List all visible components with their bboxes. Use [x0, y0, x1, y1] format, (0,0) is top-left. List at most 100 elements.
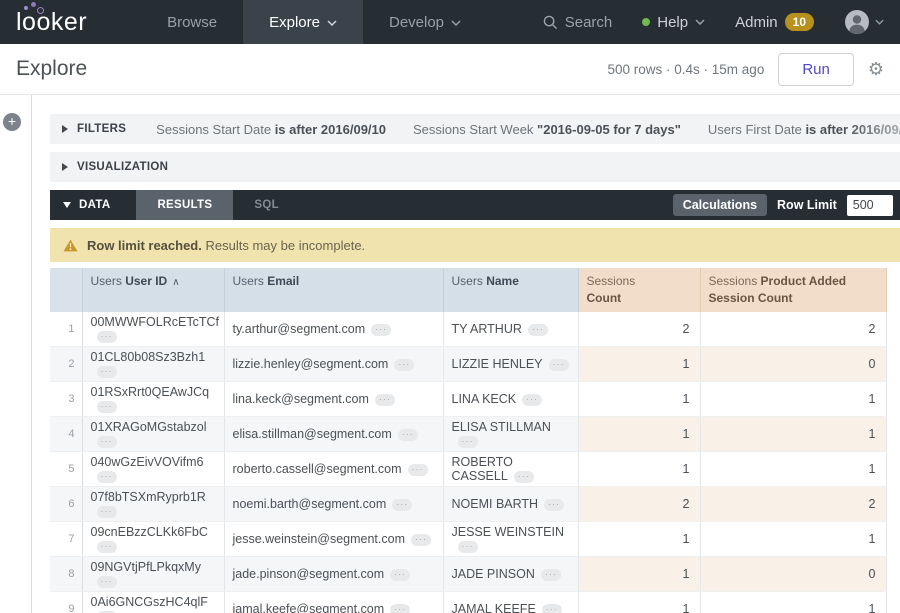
cell-menu-icon[interactable]: ··· — [458, 436, 478, 448]
column-header-name[interactable]: Users Name — [443, 268, 578, 312]
looker-logo[interactable]: looker — [0, 0, 107, 44]
cell-name[interactable]: LIZZIE HENLEY··· — [443, 346, 578, 381]
cell-menu-icon[interactable]: ··· — [458, 541, 478, 553]
cell-menu-icon[interactable]: ··· — [97, 331, 117, 343]
data-section-toggle[interactable]: DATA — [50, 190, 136, 220]
cell-menu-icon[interactable]: ··· — [522, 394, 542, 406]
cell-menu-icon[interactable]: ··· — [528, 324, 548, 336]
cell-user-id[interactable]: 09cnEBzzCLKk6FbC··· — [82, 521, 224, 556]
cell-name[interactable]: TY ARTHUR··· — [443, 312, 578, 347]
cell-name[interactable]: ELISA STILLMAN··· — [443, 416, 578, 451]
visualization-panel[interactable]: VISUALIZATION — [50, 152, 900, 182]
cell-menu-icon[interactable]: ··· — [390, 604, 410, 613]
cell-menu-icon[interactable]: ··· — [514, 471, 534, 483]
cell-user-id[interactable]: 01CL80b08Sz3Bzh1··· — [82, 346, 224, 381]
row-limit-input[interactable] — [847, 195, 893, 216]
cell-menu-icon[interactable]: ··· — [97, 401, 117, 413]
filters-panel[interactable]: FILTERS Sessions Start Date is after 201… — [50, 114, 900, 144]
cell-menu-icon[interactable]: ··· — [97, 506, 117, 518]
cell-menu-icon[interactable]: ··· — [375, 394, 395, 406]
cell-count[interactable]: 2 — [578, 486, 700, 521]
cell-email[interactable]: ty.arthur@segment.com··· — [224, 312, 443, 347]
cell-user-id[interactable]: 01RSxRrt0QEAwJCq··· — [82, 381, 224, 416]
cell-menu-icon[interactable]: ··· — [549, 359, 569, 371]
column-header-email[interactable]: Users Email — [224, 268, 443, 312]
cell-email[interactable]: lina.keck@segment.com··· — [224, 381, 443, 416]
user-menu[interactable] — [844, 9, 884, 35]
cell-menu-icon[interactable]: ··· — [97, 541, 117, 553]
gear-icon[interactable]: ⚙ — [868, 60, 884, 78]
cell-menu-icon[interactable]: ··· — [97, 576, 117, 588]
nav-search[interactable]: Search — [543, 14, 613, 31]
cell-name[interactable]: JADE PINSON··· — [443, 556, 578, 591]
cell-email[interactable]: jamal.keefe@segment.com··· — [224, 591, 443, 613]
cell-menu-icon[interactable]: ··· — [392, 499, 412, 511]
cell-email[interactable]: elisa.stillman@segment.com··· — [224, 416, 443, 451]
cell-product-added-session-count[interactable]: 2 — [700, 312, 886, 347]
cell-product-added-session-count[interactable]: 1 — [700, 416, 886, 451]
nav-admin[interactable]: Admin 10 — [735, 13, 814, 31]
cell-user-id[interactable]: 040wGzEivVOVifm6··· — [82, 451, 224, 486]
cell-menu-icon[interactable]: ··· — [371, 324, 391, 336]
calculations-button[interactable]: Calculations — [673, 194, 767, 216]
nav-item-explore[interactable]: Explore — [243, 0, 363, 44]
cell-name[interactable]: LINA KECK··· — [443, 381, 578, 416]
cell-menu-icon[interactable]: ··· — [97, 366, 117, 378]
cell-menu-icon[interactable]: ··· — [97, 436, 117, 448]
nav-item-develop[interactable]: Develop — [363, 0, 487, 44]
help-label: Help — [657, 14, 688, 31]
cell-user-id[interactable]: 09NGVtjPfLPkqxMy··· — [82, 556, 224, 591]
nav-item-browse[interactable]: Browse — [141, 0, 243, 44]
cell-menu-icon[interactable]: ··· — [542, 604, 562, 613]
cell-email[interactable]: noemi.barth@segment.com··· — [224, 486, 443, 521]
add-field-button[interactable]: + — [3, 113, 21, 131]
cell-product-added-session-count[interactable]: 0 — [700, 556, 886, 591]
cell-count[interactable]: 1 — [578, 346, 700, 381]
column-header-product-added-session-count[interactable]: Sessions Product Added Session Count — [700, 268, 886, 312]
cell-name[interactable]: JESSE WEINSTEIN··· — [443, 521, 578, 556]
tab-results[interactable]: RESULTS — [136, 190, 233, 220]
cell-product-added-session-count[interactable]: 1 — [700, 451, 886, 486]
cell-user-id[interactable]: 07f8bTSXmRyprb1R··· — [82, 486, 224, 521]
email-value: jade.pinson@segment.com — [233, 567, 385, 581]
cell-name[interactable]: NOEMI BARTH··· — [443, 486, 578, 521]
cell-count[interactable]: 2 — [578, 312, 700, 347]
cell-user-id[interactable]: 00MWWFOLRcETcTCf··· — [82, 312, 224, 347]
cell-count[interactable]: 1 — [578, 556, 700, 591]
search-label: Search — [565, 14, 613, 31]
cell-product-added-session-count[interactable]: 2 — [700, 486, 886, 521]
cell-count[interactable]: 1 — [578, 591, 700, 613]
logo-bubble-icon — [31, 2, 36, 7]
cell-email[interactable]: jade.pinson@segment.com ··· — [224, 556, 443, 591]
table-row: 90Ai6GNCGszHC4qlF···jamal.keefe@segment.… — [50, 591, 886, 613]
cell-menu-icon[interactable]: ··· — [390, 569, 410, 581]
cell-count[interactable]: 1 — [578, 451, 700, 486]
cell-product-added-session-count[interactable]: 1 — [700, 381, 886, 416]
email-value: roberto.cassell@segment.com — [233, 462, 402, 476]
cell-user-id[interactable]: 01XRAGoMGstabzol··· — [82, 416, 224, 451]
cell-email[interactable]: jesse.weinstein@segment.com··· — [224, 521, 443, 556]
run-button[interactable]: Run — [778, 53, 854, 86]
cell-count[interactable]: 1 — [578, 381, 700, 416]
cell-name[interactable]: JAMAL KEEFE··· — [443, 591, 578, 613]
cell-menu-icon[interactable]: ··· — [398, 429, 418, 441]
cell-product-added-session-count[interactable]: 1 — [700, 591, 886, 613]
cell-menu-icon[interactable]: ··· — [97, 471, 117, 483]
cell-menu-icon[interactable]: ··· — [411, 534, 431, 546]
cell-count[interactable]: 1 — [578, 521, 700, 556]
cell-product-added-session-count[interactable]: 0 — [700, 346, 886, 381]
cell-product-added-session-count[interactable]: 1 — [700, 521, 886, 556]
cell-menu-icon[interactable]: ··· — [544, 499, 564, 511]
cell-email[interactable]: lizzie.henley@segment.com··· — [224, 346, 443, 381]
cell-count[interactable]: 1 — [578, 416, 700, 451]
cell-user-id[interactable]: 0Ai6GNCGszHC4qlF··· — [82, 591, 224, 613]
column-header-count[interactable]: SessionsCount — [578, 268, 700, 312]
tab-sql[interactable]: SQL — [233, 190, 300, 220]
cell-menu-icon[interactable]: ··· — [408, 464, 428, 476]
cell-menu-icon[interactable]: ··· — [394, 359, 414, 371]
nav-help[interactable]: Help — [642, 14, 705, 31]
cell-menu-icon[interactable]: ··· — [541, 569, 561, 581]
cell-email[interactable]: roberto.cassell@segment.com ··· — [224, 451, 443, 486]
column-header-user-id[interactable]: Users User ID∧ — [82, 268, 224, 312]
cell-name[interactable]: ROBERTO CASSELL··· — [443, 451, 578, 486]
